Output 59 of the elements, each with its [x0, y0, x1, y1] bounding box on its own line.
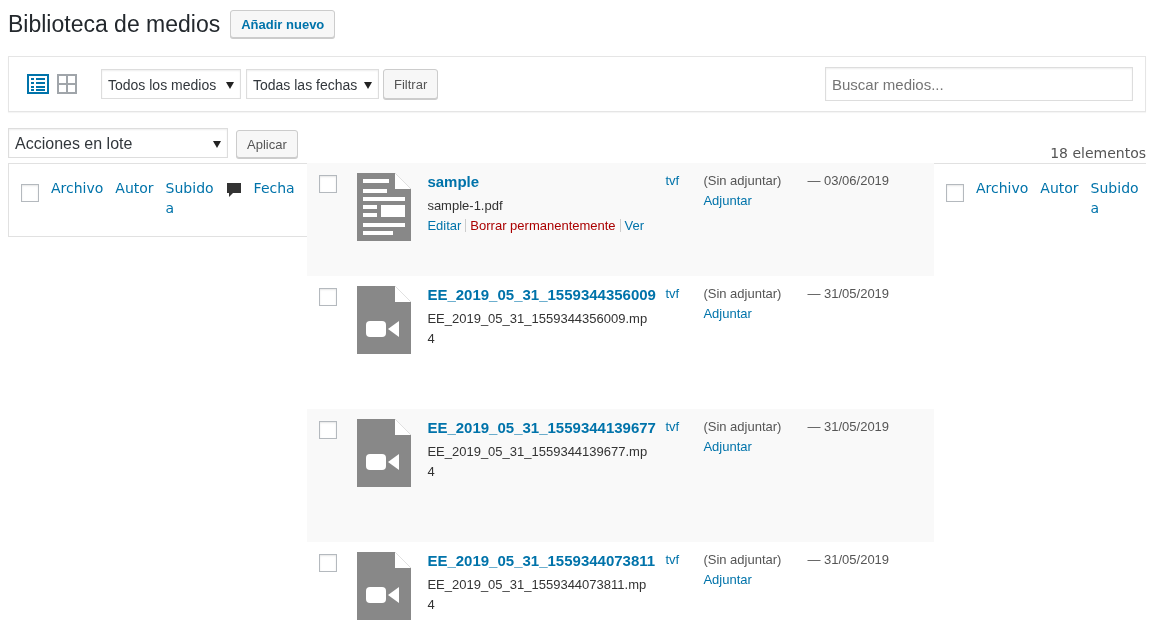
- file-name: sample-1.pdf: [427, 197, 504, 215]
- column-header[interactable]: Autor: [1040, 178, 1079, 198]
- document-icon: [357, 173, 412, 241]
- caret-icon: [213, 141, 221, 148]
- media-title-link[interactable]: EE_2019_05_31_1559344356009: [427, 286, 666, 303]
- upload-date: — 31/05/2019: [807, 286, 890, 301]
- item-count: 18 elementos: [1050, 144, 1146, 163]
- list-view-icon[interactable]: [27, 74, 49, 94]
- attach-link[interactable]: Adjuntar: [703, 570, 808, 590]
- view-link[interactable]: Ver: [624, 218, 645, 233]
- select-all-checkbox[interactable]: [946, 184, 964, 202]
- caret-icon: [364, 82, 372, 89]
- delete-link[interactable]: Borrar permanentemente: [470, 218, 616, 233]
- video-file-icon: [357, 419, 412, 487]
- page-title: Biblioteca de medios: [8, 10, 221, 38]
- author-link[interactable]: tvf: [665, 286, 704, 301]
- row-checkbox[interactable]: [319, 175, 338, 193]
- media-title-link[interactable]: EE_2019_05_31_1559344073811: [427, 552, 666, 569]
- column-header[interactable]: Autor: [115, 178, 154, 198]
- upload-date: — 31/05/2019: [807, 419, 890, 434]
- comment-icon: [225, 182, 242, 198]
- author-link[interactable]: tvf: [665, 419, 704, 434]
- bulk-actions-dropdown[interactable]: Acciones en lote: [8, 128, 228, 158]
- column-header[interactable]: Subido a: [1090, 178, 1139, 218]
- upload-date: — 31/05/2019: [807, 552, 890, 567]
- video-file-icon: [357, 552, 412, 620]
- media-title-link[interactable]: sample: [427, 173, 666, 190]
- grid-view-icon[interactable]: [57, 74, 77, 94]
- apply-button[interactable]: Aplicar: [236, 130, 298, 158]
- row-checkbox[interactable]: [319, 554, 338, 572]
- upload-date: — 03/06/2019: [807, 173, 890, 188]
- video-file-icon: [357, 286, 412, 354]
- column-header[interactable]: Archivo: [976, 178, 1029, 198]
- attachment-status: (Sin adjuntar): [703, 285, 783, 303]
- author-link[interactable]: tvf: [665, 552, 704, 567]
- column-header[interactable]: Archivo: [51, 178, 104, 198]
- attach-link[interactable]: Adjuntar: [703, 437, 808, 457]
- column-header[interactable]: Subido a: [165, 178, 214, 218]
- file-name: EE_2019_05_31_1559344139677.mp4: [427, 443, 649, 481]
- date-dropdown[interactable]: Todas las fechas: [246, 69, 379, 99]
- select-all-checkbox[interactable]: [21, 184, 39, 202]
- row-checkbox[interactable]: [319, 288, 338, 306]
- attach-link[interactable]: Adjuntar: [703, 304, 808, 324]
- author-link[interactable]: tvf: [665, 173, 704, 188]
- row-checkbox[interactable]: [319, 421, 338, 439]
- attachment-status: (Sin adjuntar): [703, 172, 783, 190]
- file-name: EE_2019_05_31_1559344356009.mp4: [427, 310, 649, 348]
- attachment-status: (Sin adjuntar): [703, 418, 783, 436]
- column-header[interactable]: Fecha: [253, 178, 295, 198]
- attachment-status: (Sin adjuntar): [703, 551, 783, 569]
- media-type-dropdown[interactable]: Todos los medios: [101, 69, 241, 99]
- media-title-link[interactable]: EE_2019_05_31_1559344139677: [427, 419, 666, 436]
- file-name: EE_2019_05_31_1559344073811.mp4: [427, 576, 648, 614]
- edit-link[interactable]: Editar: [427, 218, 462, 233]
- add-new-button[interactable]: Añadir nuevo: [230, 10, 336, 38]
- search-field[interactable]: Buscar medios...: [825, 67, 1133, 101]
- filter-button[interactable]: Filtrar: [383, 69, 439, 99]
- attach-link[interactable]: Adjuntar: [703, 191, 808, 211]
- caret-icon: [226, 82, 234, 89]
